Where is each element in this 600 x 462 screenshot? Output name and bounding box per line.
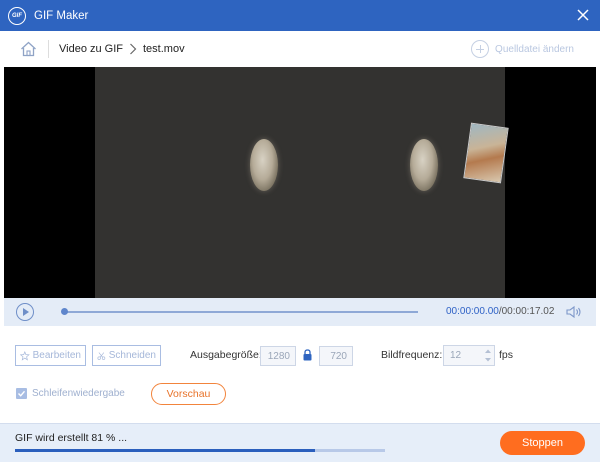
- current-time: 00:00:00.00: [446, 306, 499, 317]
- moon-image-left: [250, 139, 278, 191]
- loop-checkbox[interactable]: [16, 388, 27, 399]
- status-bar: GIF wird erstellt 81 % ... Stoppen: [0, 423, 600, 462]
- add-circle-icon: [471, 40, 490, 58]
- change-source-button[interactable]: Quelldatei ändern: [471, 40, 574, 58]
- cut-button-label: Schneiden: [108, 350, 156, 361]
- loop-toggle[interactable]: Schleifenwiedergabe: [16, 388, 125, 399]
- breadcrumb: Video zu GIF test.mov Quelldatei ändern: [0, 31, 600, 67]
- chevron-right-icon: [129, 42, 139, 56]
- home-icon: [20, 41, 36, 57]
- timeline-track[interactable]: [62, 311, 418, 313]
- status-progress-bar: [15, 449, 385, 452]
- height-field[interactable]: 720: [319, 346, 353, 366]
- lock-icon[interactable]: [303, 349, 312, 361]
- edit-button-label: Bearbeiten: [32, 350, 81, 361]
- stop-button[interactable]: Stoppen: [500, 431, 585, 455]
- preview-button[interactable]: Vorschau: [151, 383, 226, 405]
- play-button[interactable]: [16, 303, 34, 321]
- logo-text: GIF: [12, 12, 22, 19]
- scissors-icon: [97, 351, 106, 360]
- width-field[interactable]: 1280: [260, 346, 296, 366]
- playback-controls: 00:00:00.00/00:00:17.02: [4, 298, 596, 326]
- home-button[interactable]: [18, 39, 38, 59]
- timeline-handle[interactable]: [61, 308, 68, 315]
- close-button[interactable]: [576, 8, 590, 22]
- check-icon: [18, 390, 26, 397]
- output-size-label: Ausgabegröße:: [190, 349, 262, 361]
- edit-star-icon: [20, 350, 30, 361]
- loop-label: Schleifenwiedergabe: [32, 388, 125, 399]
- beach-photo-image: [463, 122, 509, 184]
- close-icon: [577, 9, 589, 21]
- cut-button[interactable]: Schneiden: [92, 345, 161, 366]
- time-display: 00:00:00.00/00:00:17.02: [446, 306, 554, 317]
- speaker-icon: [566, 305, 581, 319]
- output-options: Bearbeiten Schneiden Ausgabegröße: 1280 …: [0, 326, 600, 423]
- framerate-unit: fps: [499, 349, 514, 361]
- volume-button[interactable]: [566, 305, 582, 319]
- gif-maker-logo-icon: GIF: [8, 6, 26, 25]
- moon-image-right: [410, 139, 438, 191]
- window-title: GIF Maker: [34, 9, 89, 22]
- video-frame: [95, 67, 509, 298]
- status-progress-fill: [15, 449, 315, 452]
- framerate-label: Bildfrequenz:: [381, 349, 443, 361]
- nav-divider: [48, 40, 49, 58]
- edit-button[interactable]: Bearbeiten: [15, 345, 86, 366]
- video-preview: [4, 67, 596, 298]
- change-source-label: Quelldatei ändern: [495, 43, 574, 55]
- duration-time: /00:00:17.02: [498, 306, 555, 317]
- breadcrumb-section[interactable]: Video zu GIF: [59, 43, 123, 55]
- framerate-stepper-icon[interactable]: [482, 346, 494, 365]
- breadcrumb-file: test.mov: [143, 43, 185, 55]
- title-bar: GIF GIF Maker: [0, 0, 600, 31]
- status-text: GIF wird erstellt 81 % ...: [15, 432, 128, 444]
